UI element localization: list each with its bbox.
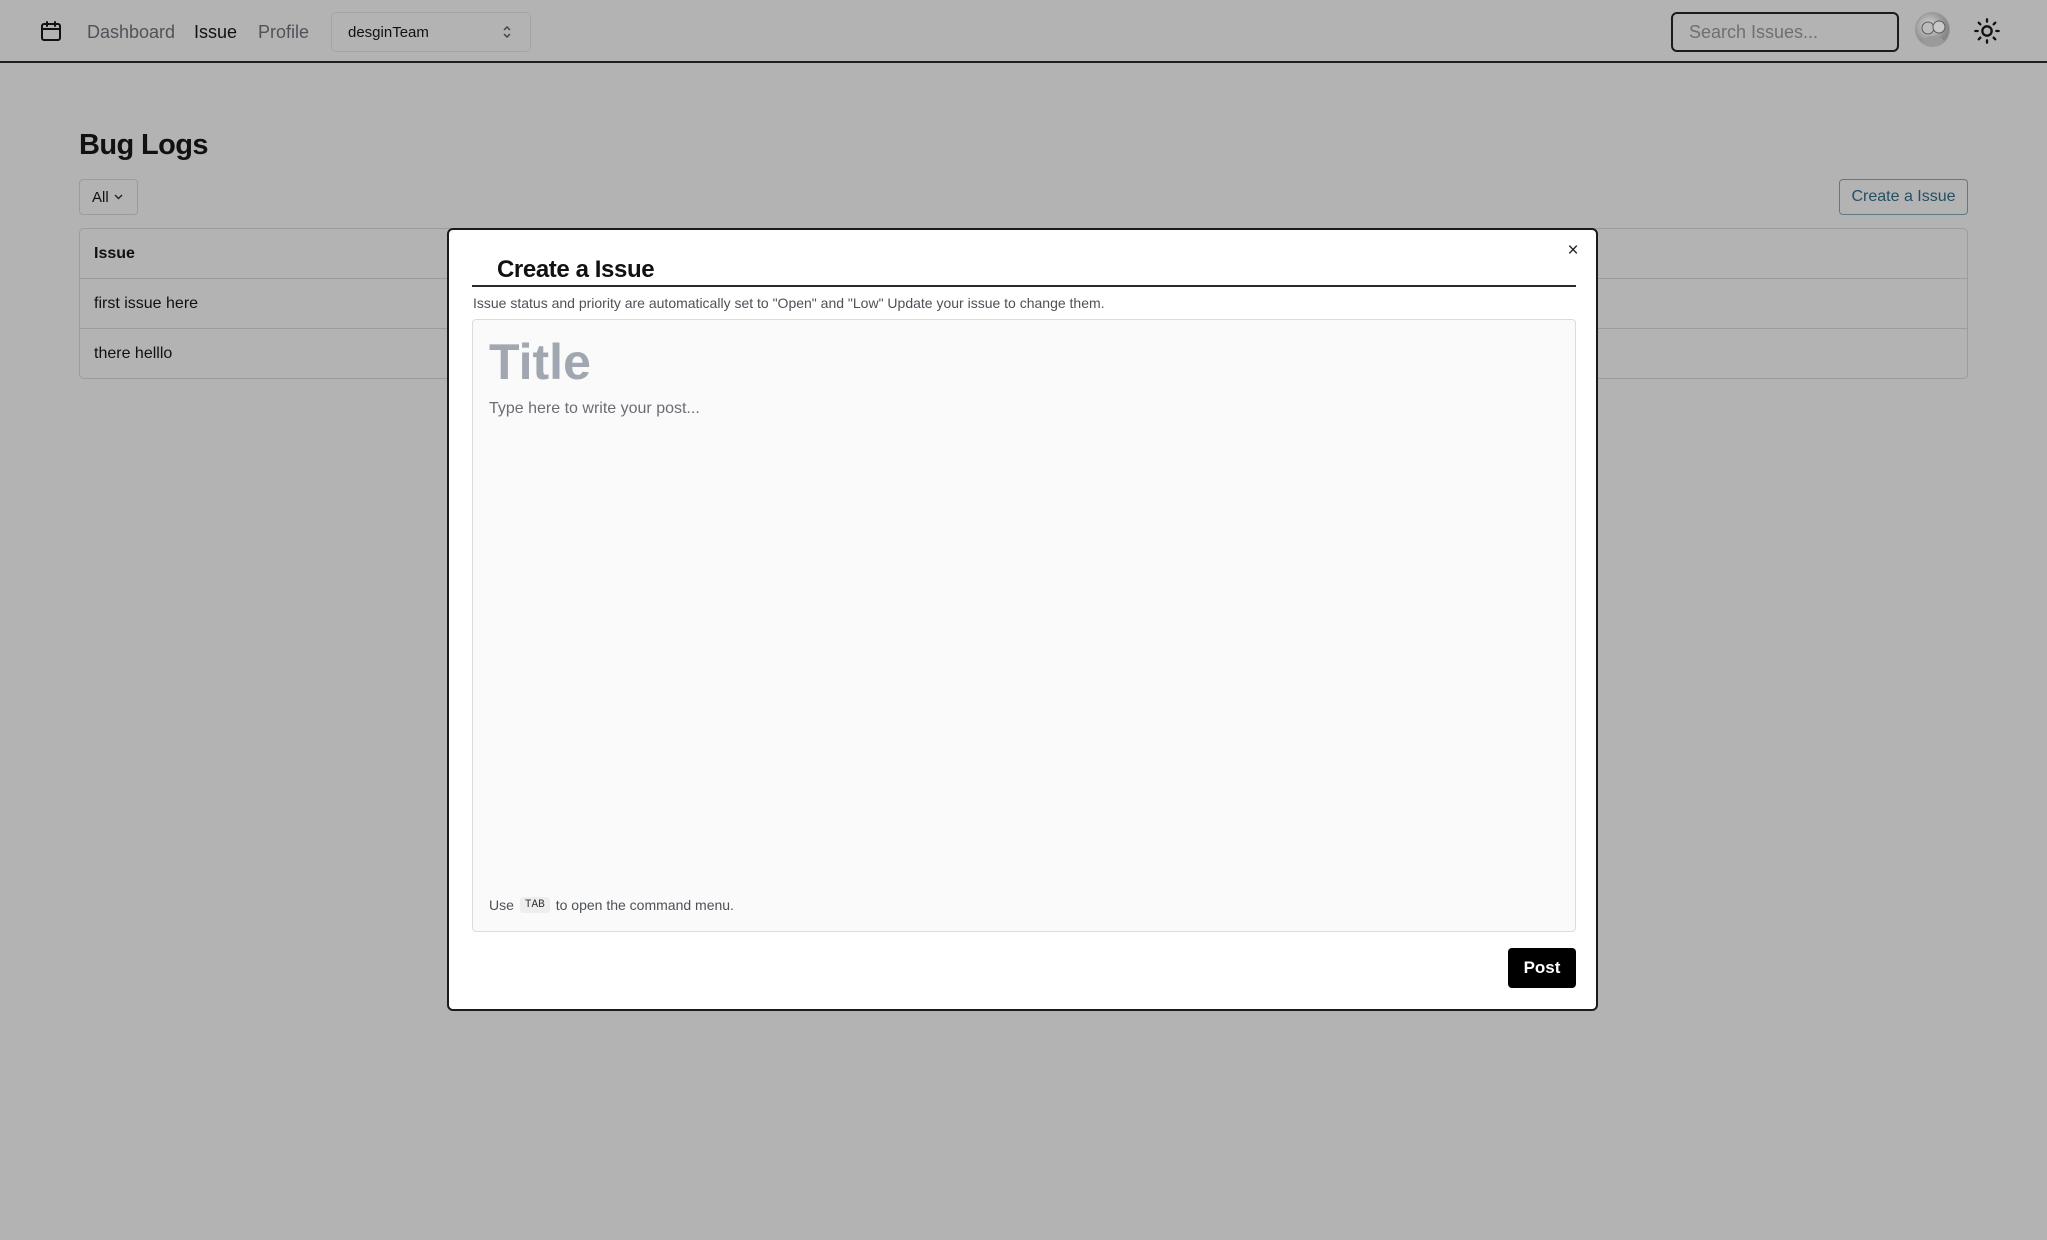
create-issue-modal: × Create a Issue Issue status and priori…: [447, 228, 1598, 1011]
tab-key-badge: TAB: [519, 897, 550, 913]
hint-suffix: to open the command menu.: [555, 897, 734, 913]
team-select-value: desginTeam: [348, 23, 429, 41]
close-icon[interactable]: ×: [1565, 241, 1581, 260]
chevron-up-down-icon: [503, 25, 511, 39]
post-editor: Use TAB to open the command menu.: [472, 319, 1576, 932]
status-filter-dropdown[interactable]: All: [79, 179, 138, 215]
logo-icon[interactable]: [39, 19, 63, 43]
filter-label: All: [92, 188, 109, 206]
avatar-image-icon: [1920, 20, 1947, 46]
team-select[interactable]: desginTeam: [331, 12, 531, 52]
modal-description: Issue status and priority are automatica…: [473, 295, 1105, 311]
command-menu-hint: Use TAB to open the command menu.: [489, 897, 734, 913]
nav-profile-link[interactable]: Profile: [258, 21, 309, 43]
avatar[interactable]: [1915, 12, 1950, 47]
sun-icon[interactable]: [1973, 17, 2001, 45]
hint-prefix: Use: [489, 897, 514, 913]
page-title: Bug Logs: [79, 129, 209, 161]
post-body-textarea[interactable]: [489, 400, 1549, 820]
nav-issue-link[interactable]: Issue: [194, 21, 237, 43]
create-issue-button[interactable]: Create a Issue: [1839, 179, 1968, 215]
title-input[interactable]: [489, 332, 1549, 392]
modal-title-divider: [472, 285, 1576, 287]
modal-title: Create a Issue: [497, 256, 655, 283]
post-button[interactable]: Post: [1508, 948, 1576, 988]
nav-dashboard-link[interactable]: Dashboard: [87, 21, 175, 43]
search-input[interactable]: [1671, 12, 1899, 52]
top-navbar: Dashboard Issue Profile desginTeam: [0, 0, 2047, 63]
chevron-down-icon: [114, 194, 123, 200]
